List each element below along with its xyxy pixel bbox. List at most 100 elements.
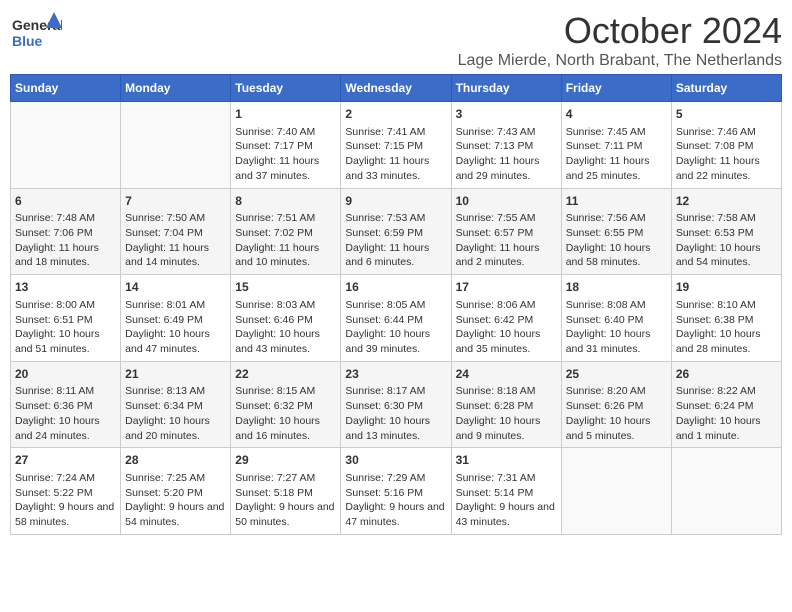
day-info: Sunset: 7:17 PM [235, 139, 336, 154]
day-info: Sunset: 6:53 PM [676, 226, 777, 241]
page-header: General Blue October 2024 Lage Mierde, N… [10, 10, 782, 70]
day-cell: 23Sunrise: 8:17 AMSunset: 6:30 PMDayligh… [341, 361, 451, 448]
day-cell: 1Sunrise: 7:40 AMSunset: 7:17 PMDaylight… [231, 102, 341, 189]
day-info: Sunset: 6:44 PM [345, 313, 446, 328]
day-number: 25 [566, 366, 667, 383]
day-info: Sunset: 6:46 PM [235, 313, 336, 328]
day-info: Daylight: 10 hours and 54 minutes. [676, 241, 777, 270]
day-info: Sunrise: 8:01 AM [125, 298, 226, 313]
day-info: Sunrise: 7:45 AM [566, 125, 667, 140]
day-number: 2 [345, 106, 446, 123]
day-cell: 10Sunrise: 7:55 AMSunset: 6:57 PMDayligh… [451, 188, 561, 275]
week-row-5: 27 Sunrise: 7:24 AMSunset: 5:22 PM Dayligh… [11, 448, 782, 535]
day-info: Sunset: 6:36 PM [15, 399, 116, 414]
day-info: Sunrise: 8:11 AM [15, 384, 116, 399]
day-cell: 11Sunrise: 7:56 AMSunset: 6:55 PMDayligh… [561, 188, 671, 275]
day-cell: 24Sunrise: 8:18 AMSunset: 6:28 PMDayligh… [451, 361, 561, 448]
day-cell: 22Sunrise: 8:15 AMSunset: 6:32 PMDayligh… [231, 361, 341, 448]
week-row-4: 20Sunrise: 8:11 AMSunset: 6:36 PMDayligh… [11, 361, 782, 448]
day-info: Sunset: 6:38 PM [676, 313, 777, 328]
day-number: 12 [676, 193, 777, 210]
day-info: Sunrise: 7:43 AM [456, 125, 557, 140]
day-info: Sunrise: 7:29 AM [345, 471, 446, 486]
day-info: Sunset: 6:51 PM [15, 313, 116, 328]
header-cell-sunday: Sunday [11, 75, 121, 102]
day-cell: 28 Sunrise: 7:25 AMSunset: 5:20 PMDayligh… [121, 448, 231, 535]
day-info: Sunrise: 7:56 AM [566, 211, 667, 226]
day-info: Sunrise: 7:27 AM [235, 471, 336, 486]
day-info: Sunrise: 7:53 AM [345, 211, 446, 226]
day-cell: 25Sunrise: 8:20 AMSunset: 6:26 PMDayligh… [561, 361, 671, 448]
day-number: 15 [235, 279, 336, 296]
day-cell: 19Sunrise: 8:10 AMSunset: 6:38 PMDayligh… [671, 275, 781, 362]
day-info: Sunrise: 7:25 AM [125, 471, 226, 486]
day-cell: 6Sunrise: 7:48 AMSunset: 7:06 PMDaylight… [11, 188, 121, 275]
day-info: Sunrise: 8:08 AM [566, 298, 667, 313]
day-info: Sunset: 6:30 PM [345, 399, 446, 414]
day-info: Daylight: 10 hours and 9 minutes. [456, 414, 557, 443]
day-number: 16 [345, 279, 446, 296]
day-info: Daylight: 11 hours and 6 minutes. [345, 241, 446, 270]
day-info: Sunset: 6:28 PM [456, 399, 557, 414]
day-info: Daylight: 10 hours and 20 minutes. [125, 414, 226, 443]
calendar-header: SundayMondayTuesdayWednesdayThursdayFrid… [11, 75, 782, 102]
day-cell [11, 102, 121, 189]
day-info: Daylight: 11 hours and 33 minutes. [345, 154, 446, 183]
day-cell: 15Sunrise: 8:03 AMSunset: 6:46 PMDayligh… [231, 275, 341, 362]
day-info: Sunset: 5:18 PM [235, 486, 336, 501]
day-info: Sunrise: 7:55 AM [456, 211, 557, 226]
day-info: Sunset: 6:24 PM [676, 399, 777, 414]
week-row-1: 1Sunrise: 7:40 AMSunset: 7:17 PMDaylight… [11, 102, 782, 189]
day-info: Daylight: 11 hours and 10 minutes. [235, 241, 336, 270]
day-number: 30 [345, 452, 446, 469]
day-info: Sunrise: 8:10 AM [676, 298, 777, 313]
day-cell: 3Sunrise: 7:43 AMSunset: 7:13 PMDaylight… [451, 102, 561, 189]
day-number: 3 [456, 106, 557, 123]
day-number: 6 [15, 193, 116, 210]
day-info: Sunset: 7:06 PM [15, 226, 116, 241]
day-info: Sunrise: 7:24 AM [15, 471, 116, 486]
day-info: Sunset: 5:22 PM [15, 486, 116, 501]
day-cell: 31Sunrise: 7:31 AMSunset: 5:14 PMDayligh… [451, 448, 561, 535]
day-cell [121, 102, 231, 189]
day-info: Daylight: 10 hours and 24 minutes. [15, 414, 116, 443]
day-info: Daylight: 10 hours and 58 minutes. [566, 241, 667, 270]
week-row-2: 6Sunrise: 7:48 AMSunset: 7:06 PMDaylight… [11, 188, 782, 275]
header-cell-monday: Monday [121, 75, 231, 102]
calendar-body: 1Sunrise: 7:40 AMSunset: 7:17 PMDaylight… [11, 102, 782, 535]
day-number: 28 [125, 452, 226, 469]
day-info: Daylight: 11 hours and 2 minutes. [456, 241, 557, 270]
day-info: Sunset: 6:55 PM [566, 226, 667, 241]
day-info: Sunrise: 7:40 AM [235, 125, 336, 140]
location: Lage Mierde, North Brabant, The Netherla… [458, 52, 782, 70]
header-cell-thursday: Thursday [451, 75, 561, 102]
day-info: Sunset: 5:20 PM [125, 486, 226, 501]
day-info: Sunset: 6:57 PM [456, 226, 557, 241]
day-info: Daylight: 9 hours and 47 minutes. [345, 500, 446, 529]
day-number: 17 [456, 279, 557, 296]
day-info: Daylight: 10 hours and 5 minutes. [566, 414, 667, 443]
day-number: 29 [235, 452, 336, 469]
calendar-table: SundayMondayTuesdayWednesdayThursdayFrid… [10, 74, 782, 535]
day-number: 9 [345, 193, 446, 210]
day-info: Daylight: 11 hours and 22 minutes. [676, 154, 777, 183]
header-cell-tuesday: Tuesday [231, 75, 341, 102]
day-cell: 20Sunrise: 8:11 AMSunset: 6:36 PMDayligh… [11, 361, 121, 448]
day-number: 21 [125, 366, 226, 383]
day-info: Sunrise: 8:15 AM [235, 384, 336, 399]
day-number: 27 [15, 452, 116, 469]
day-info: Sunset: 5:16 PM [345, 486, 446, 501]
day-info: Daylight: 11 hours and 14 minutes. [125, 241, 226, 270]
day-info: Daylight: 9 hours and 54 minutes. [125, 500, 226, 529]
day-info: Sunrise: 8:05 AM [345, 298, 446, 313]
day-info: Daylight: 10 hours and 13 minutes. [345, 414, 446, 443]
day-number: 14 [125, 279, 226, 296]
day-number: 19 [676, 279, 777, 296]
day-cell: 4Sunrise: 7:45 AMSunset: 7:11 PMDaylight… [561, 102, 671, 189]
header-row: SundayMondayTuesdayWednesdayThursdayFrid… [11, 75, 782, 102]
day-info: Daylight: 10 hours and 35 minutes. [456, 327, 557, 356]
day-info: Daylight: 10 hours and 47 minutes. [125, 327, 226, 356]
logo-icon: General Blue [10, 10, 58, 50]
day-cell: 30 Sunrise: 7:29 AMSunset: 5:16 PMDayligh… [341, 448, 451, 535]
day-number: 18 [566, 279, 667, 296]
